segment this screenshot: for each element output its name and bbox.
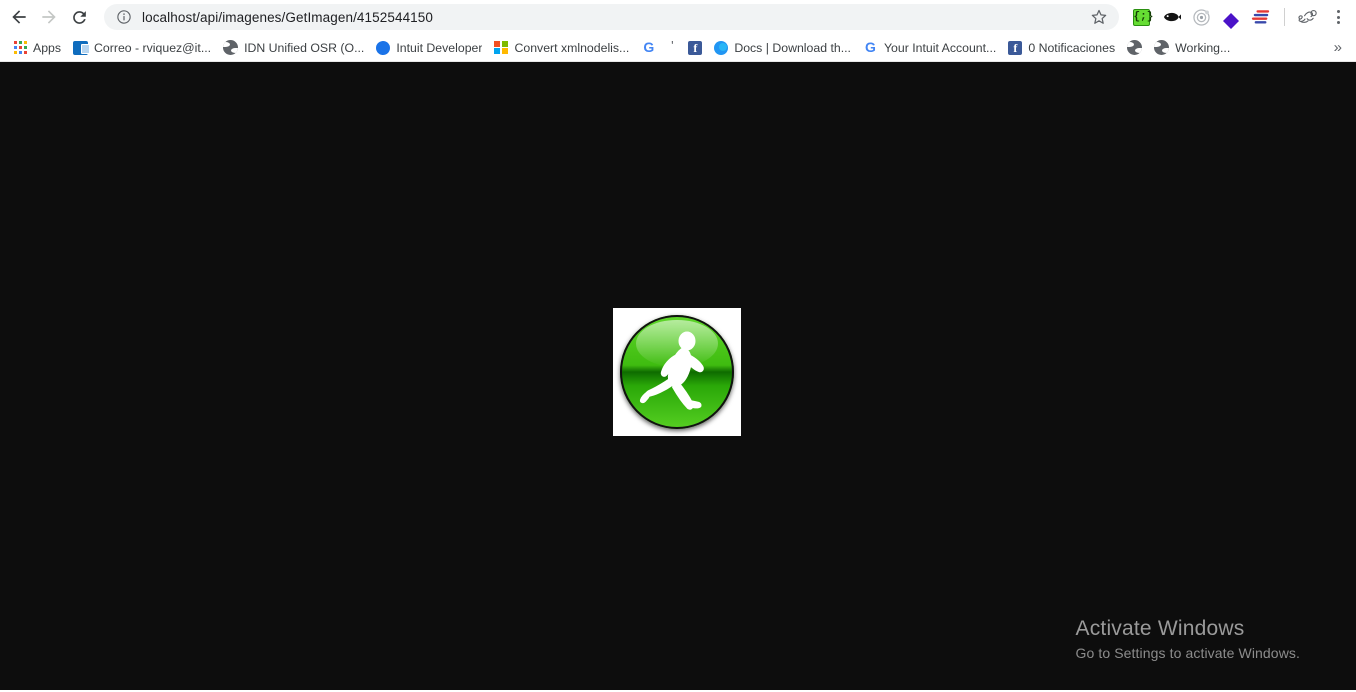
- bookmark-label: Your Intuit Account...: [883, 40, 997, 55]
- apostrophe-icon: ': [671, 38, 674, 53]
- running-figure-icon: [639, 331, 704, 410]
- microsoft-icon: [494, 40, 508, 55]
- json-formatter-extension-icon[interactable]: {;}: [1127, 3, 1155, 31]
- back-button[interactable]: [4, 2, 34, 32]
- google-g-icon: G: [643, 39, 655, 55]
- url-text[interactable]: localhost/api/imagenes/GetImagen/4152544…: [142, 10, 1083, 25]
- running-man-green-orb-image: [613, 308, 741, 436]
- bookmark-label: Convert xmlnodelis...: [514, 40, 630, 55]
- activate-windows-watermark: Activate Windows Go to Settings to activ…: [1076, 615, 1301, 664]
- browser-chrome: localhost/api/imagenes/GetImagen/4152544…: [0, 0, 1356, 62]
- cyan-dot-icon: [714, 40, 729, 55]
- blue-dot-icon: [376, 40, 391, 55]
- bookmarks-overflow-button[interactable]: »: [1326, 40, 1350, 55]
- bookmark-idn-unified-osr[interactable]: IDN Unified OSR (O...: [217, 37, 370, 59]
- bookmark-your-intuit-account[interactable]: G Your Intuit Account...: [857, 37, 1002, 59]
- reload-button[interactable]: [64, 2, 94, 32]
- bookmark-label: IDN Unified OSR (O...: [244, 40, 365, 55]
- bookmark-facebook-1[interactable]: f: [682, 37, 708, 59]
- extensions-tray: {;}: [1127, 3, 1348, 31]
- sketch-glyph: [1298, 10, 1317, 23]
- bookmark-intuit-developer[interactable]: Intuit Developer: [370, 37, 488, 59]
- browser-toolbar: localhost/api/imagenes/GetImagen/4152544…: [0, 0, 1356, 34]
- google-g-icon: G: [865, 39, 876, 55]
- tray-divider: [1284, 8, 1285, 26]
- globe-icon: [1154, 40, 1170, 55]
- outlook-icon: [73, 40, 91, 55]
- watermark-title: Activate Windows: [1075, 616, 1245, 640]
- star-icon[interactable]: [1089, 7, 1109, 27]
- forward-arrow-icon: [42, 10, 56, 24]
- globe-icon: [223, 40, 239, 55]
- bookmark-working[interactable]: Working...: [1148, 37, 1236, 59]
- doodle-extension-icon[interactable]: [1294, 3, 1322, 31]
- bookmark-label: Docs | Download th...: [734, 40, 851, 55]
- green-orb: [620, 315, 734, 429]
- bookmark-label: Intuit Developer: [396, 40, 483, 55]
- apps-grid-icon: [14, 41, 27, 54]
- back-arrow-icon: [12, 10, 26, 24]
- facebook-icon: f: [1008, 40, 1023, 55]
- bookmark-label: Working...: [1175, 40, 1231, 55]
- kebab-dot: [1336, 21, 1340, 24]
- watermark-subtitle: Go to Settings to activate Windows.: [1075, 645, 1300, 661]
- reload-icon: [72, 10, 86, 24]
- bookmark-globe-unnamed[interactable]: [1121, 37, 1148, 59]
- bookmark-notificaciones[interactable]: f 0 Notificaciones: [1002, 37, 1121, 59]
- bookmark-label: Correo - rviquez@it...: [94, 40, 212, 55]
- bookmark-apps[interactable]: Apps: [8, 37, 67, 59]
- forward-button[interactable]: [34, 2, 64, 32]
- bookmark-docs-download[interactable]: Docs | Download th...: [708, 37, 857, 59]
- bars-glyph: [1251, 9, 1270, 23]
- chrome-menu-button[interactable]: [1328, 7, 1348, 27]
- kebab-dot: [1336, 10, 1340, 13]
- target-extension-icon[interactable]: [1187, 3, 1215, 31]
- bookmark-convert-xmlnodelist[interactable]: Convert xmlnodelis...: [488, 37, 635, 59]
- globe-icon: [1127, 40, 1143, 55]
- kebab-dot: [1336, 15, 1340, 19]
- fish-glyph: [1164, 12, 1181, 22]
- target-glyph: [1192, 8, 1210, 26]
- bookmark-label: 0 Notificaciones: [1028, 40, 1116, 55]
- facebook-icon: f: [688, 40, 703, 55]
- info-circle-icon[interactable]: [116, 9, 132, 25]
- diamond-glyph: [1223, 5, 1239, 29]
- page-viewport: Activate Windows Go to Settings to activ…: [0, 62, 1356, 690]
- bookmark-label: Apps: [33, 40, 62, 55]
- bars-extension-icon[interactable]: [1247, 3, 1275, 31]
- bookmark-google-1[interactable]: G: [635, 37, 662, 59]
- bookmark-apostrophe[interactable]: ': [662, 37, 682, 59]
- gem-extension-icon[interactable]: [1217, 3, 1245, 31]
- bookmark-correo[interactable]: Correo - rviquez@it...: [67, 37, 217, 59]
- fish-extension-icon[interactable]: [1157, 3, 1185, 31]
- json-braces-glyph: {;}: [1132, 8, 1153, 26]
- address-bar[interactable]: localhost/api/imagenes/GetImagen/4152544…: [104, 4, 1119, 30]
- bookmarks-bar: Apps Correo - rviquez@it... IDN Unified …: [0, 34, 1356, 62]
